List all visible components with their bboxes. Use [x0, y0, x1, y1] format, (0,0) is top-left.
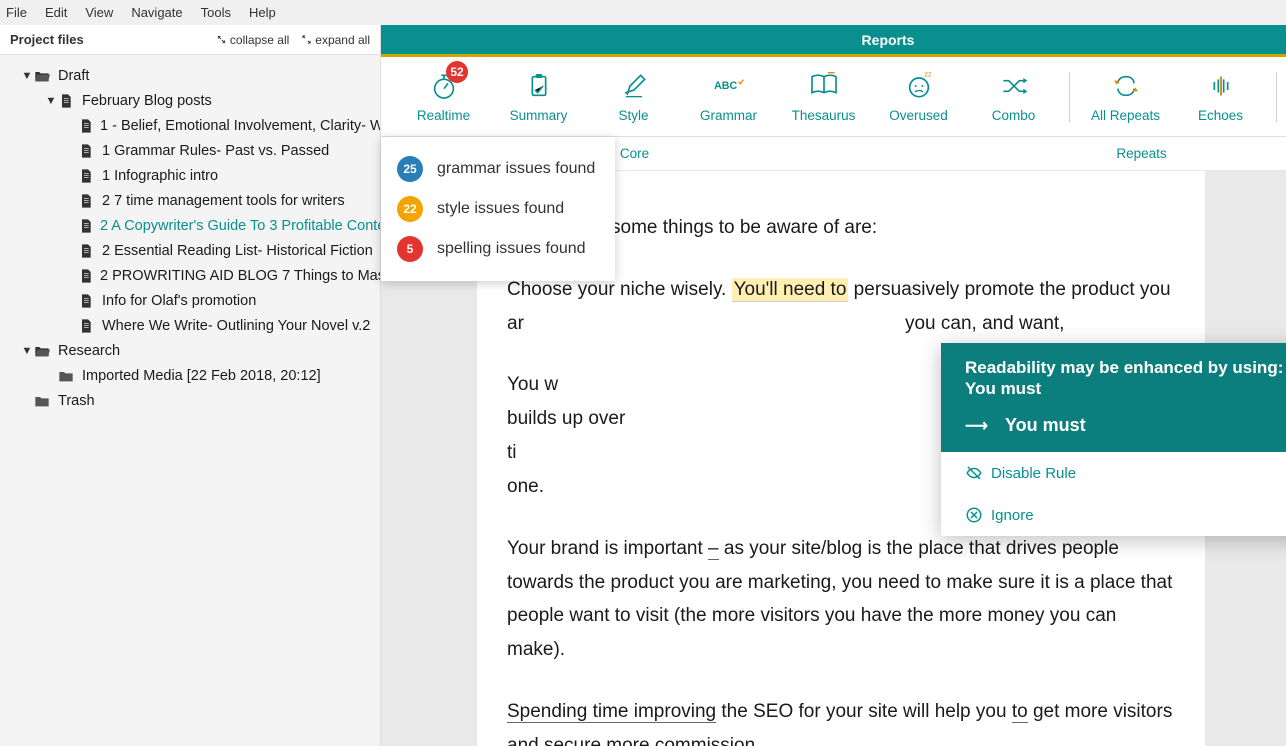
document-icon	[78, 168, 96, 184]
document-icon	[78, 193, 96, 209]
repeat-icon	[1110, 70, 1142, 102]
document-icon	[58, 93, 76, 109]
folder-research[interactable]: ▼ Research	[0, 338, 380, 363]
toolbar-combo[interactable]: Combo	[966, 57, 1061, 137]
document-icon	[78, 318, 96, 334]
collapse-icon	[216, 34, 227, 45]
project-files-header: Project files collapse all expand all	[0, 25, 380, 55]
toolbar-overused[interactable]: zz Overused	[871, 57, 966, 137]
shuffle-icon	[998, 70, 1030, 102]
document-icon	[78, 268, 94, 284]
issues-badge: 52	[446, 61, 468, 83]
eye-off-icon	[965, 464, 991, 482]
soundwave-icon	[1205, 70, 1237, 102]
project-files-title: Project files	[10, 32, 204, 47]
highlighted-phrase[interactable]: You'll need to	[732, 278, 849, 302]
menu-tools[interactable]: Tools	[201, 5, 231, 20]
file-item-selected[interactable]: 2 A Copywriter's Guide To 3 Profitable C…	[0, 213, 380, 238]
issues-summary-popup: 25 grammar issues found 22 style issues …	[381, 137, 615, 281]
folder-open-icon	[34, 343, 52, 359]
document-icon	[78, 293, 96, 309]
doc-paragraph: Your brand is important – as your site/b…	[507, 532, 1175, 667]
arrow-right-icon: ⟶	[965, 416, 987, 436]
toolbar-thesaurus[interactable]: Thesaurus	[776, 57, 871, 137]
doc-paragraph: Choose your niche wisely. You'll need to…	[507, 273, 1175, 341]
suggestion-header: Readability may be enhanced by using: Yo…	[941, 343, 1286, 415]
book-icon	[808, 70, 840, 102]
toolbar-separator	[1276, 72, 1277, 122]
folder-icon	[34, 393, 52, 409]
ignore-button[interactable]: Ignore ⤵	[941, 494, 1286, 536]
editor-panel: Reports 52 Realtime Summary Style ABC Gr…	[381, 25, 1286, 746]
menu-help[interactable]: Help	[249, 5, 276, 20]
suggestion-popup: Readability may be enhanced by using: Yo…	[941, 343, 1286, 536]
project-files-panel: Project files collapse all expand all ▼ …	[0, 25, 381, 746]
tired-face-icon: zz	[903, 70, 935, 102]
file-tree: ▼ Draft ▼ February Blog posts 1 - Belief…	[0, 55, 380, 421]
file-item[interactable]: 1 - Belief, Emotional Involvement, Clari…	[0, 113, 380, 138]
file-item[interactable]: 2 PROWRITING AID BLOG 7 Things to Master	[0, 263, 380, 288]
menu-navigate[interactable]: Navigate	[131, 5, 182, 20]
clipboard-icon	[523, 70, 555, 102]
file-item[interactable]: 2 Essential Reading List- Historical Fic…	[0, 238, 380, 263]
svg-text:ABC: ABC	[714, 80, 737, 92]
folder-draft[interactable]: ▼ Draft	[0, 63, 380, 88]
toolbar-summary[interactable]: Summary	[491, 57, 586, 137]
chevron-down-icon: ▼	[20, 345, 34, 357]
menubar: File Edit View Navigate Tools Help	[0, 0, 1286, 25]
folder-february[interactable]: ▼ February Blog posts	[0, 88, 380, 113]
toolbar-grammar[interactable]: ABC Grammar	[681, 57, 776, 137]
document-icon	[78, 218, 94, 234]
toolbar-echoes[interactable]: Echoes	[1173, 57, 1268, 137]
reports-bar: Reports	[381, 25, 1286, 57]
doc-line: some things to be aware of are:	[611, 211, 1175, 245]
close-circle-icon	[965, 506, 991, 524]
spelling-issues-row[interactable]: 5 spelling issues found	[381, 229, 615, 269]
spelling-count-badge: 5	[397, 236, 423, 262]
folder-trash[interactable]: Trash	[0, 388, 380, 413]
expand-all-button[interactable]: expand all	[301, 33, 370, 47]
style-count-badge: 22	[397, 196, 423, 222]
document-icon	[78, 243, 96, 259]
collapse-all-button[interactable]: collapse all	[216, 33, 289, 47]
apply-suggestion-button[interactable]: ⟶ You must ⤵	[941, 415, 1286, 452]
toolbar-all-repeats[interactable]: All Repeats	[1078, 57, 1173, 137]
menu-view[interactable]: View	[85, 5, 113, 20]
toolbar-style[interactable]: Style	[586, 57, 681, 137]
style-issues-row[interactable]: 22 style issues found	[381, 189, 615, 229]
doc-paragraph: Spending time improving the SEO for your…	[507, 695, 1175, 746]
chevron-down-icon: ▼	[44, 95, 58, 107]
document-icon	[78, 143, 96, 159]
menu-file[interactable]: File	[6, 5, 27, 20]
file-item[interactable]: Where We Write- Outlining Your Novel v.2	[0, 313, 380, 338]
file-item[interactable]: 2 7 time management tools for writers	[0, 188, 380, 213]
grammar-issues-row[interactable]: 25 grammar issues found	[381, 149, 615, 189]
folder-icon	[58, 368, 76, 384]
folder-imported-media[interactable]: Imported Media [22 Feb 2018, 20:12]	[0, 363, 380, 388]
document-icon	[78, 118, 94, 134]
grammar-count-badge: 25	[397, 156, 423, 182]
reports-toolbar: 52 Realtime Summary Style ABC Grammar Th…	[381, 57, 1286, 137]
disable-rule-button[interactable]: Disable Rule ⤵	[941, 452, 1286, 494]
expand-icon	[301, 34, 312, 45]
svg-text:zz: zz	[924, 70, 932, 79]
folder-open-icon	[34, 68, 52, 84]
file-item[interactable]: 1 Grammar Rules- Past vs. Passed	[0, 138, 380, 163]
pencil-icon	[618, 70, 650, 102]
file-item[interactable]: Info for Olaf's promotion	[0, 288, 380, 313]
file-item[interactable]: 1 Infographic intro	[0, 163, 380, 188]
chevron-down-icon: ▼	[20, 70, 34, 82]
toolbar-separator	[1069, 72, 1070, 122]
abc-check-icon: ABC	[713, 70, 745, 102]
toolbar-realtime[interactable]: 52 Realtime	[396, 57, 491, 137]
menu-edit[interactable]: Edit	[45, 5, 67, 20]
subtab-repeats[interactable]: Repeats	[888, 137, 1286, 170]
